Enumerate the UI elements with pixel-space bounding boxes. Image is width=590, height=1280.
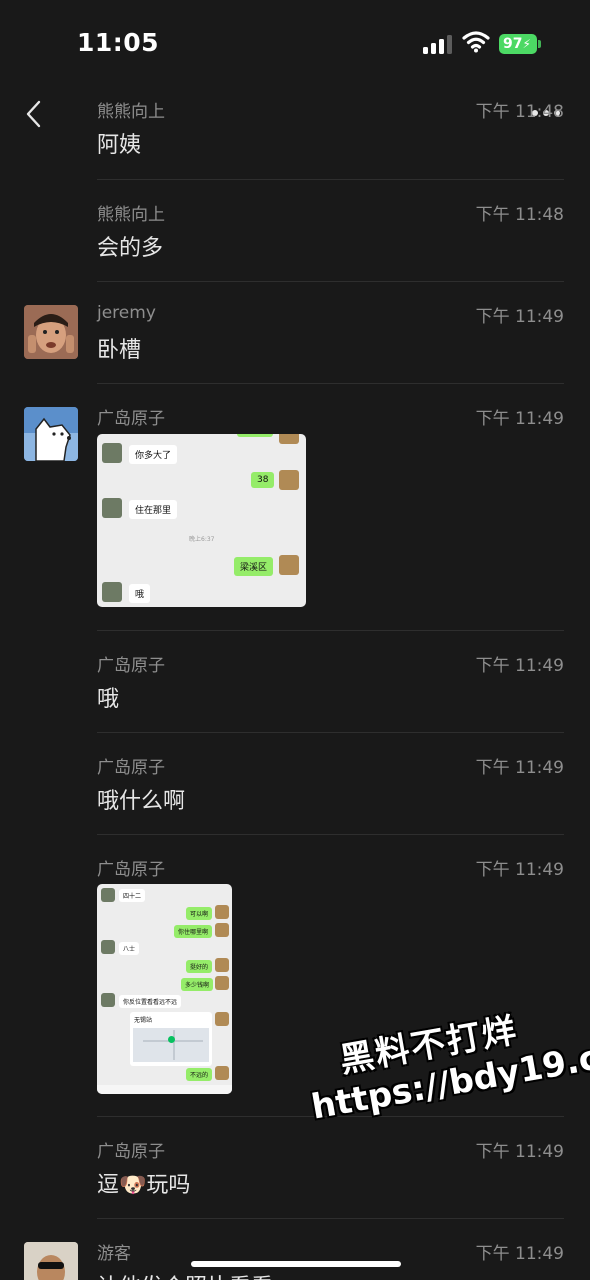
chat-bubble: 挺好的 bbox=[186, 960, 213, 973]
chat-bubble: 梁溪区 bbox=[234, 557, 274, 576]
battery-icon: 97⚡ bbox=[499, 34, 537, 54]
avatar[interactable] bbox=[24, 305, 78, 359]
chat-bubble: 你多大了 bbox=[129, 445, 178, 464]
chat-bubble: 你反位置看看远不远 bbox=[119, 995, 182, 1008]
home-indicator[interactable] bbox=[191, 1261, 401, 1267]
message-time: 下午 11:49 bbox=[475, 656, 564, 676]
divider bbox=[97, 1218, 564, 1219]
sender-name: 熊熊向上 bbox=[97, 102, 165, 122]
avatar[interactable] bbox=[24, 407, 78, 461]
status-time: 11:05 bbox=[77, 28, 160, 57]
divider bbox=[97, 281, 564, 282]
sender-name: jeremy bbox=[97, 303, 156, 323]
message-time: 下午 11:49 bbox=[475, 1142, 564, 1162]
chat-bubble: 不远的 bbox=[186, 1068, 213, 1081]
watermark-line2: https://bdy19.co bbox=[308, 1033, 590, 1128]
chat-bubble: 38 bbox=[251, 472, 275, 488]
chat-bubble: 住在那里 bbox=[129, 500, 178, 519]
sender-name: 广岛原子 bbox=[97, 1142, 165, 1162]
location-card: 无锡站 bbox=[130, 1012, 212, 1066]
sender-name: 广岛原子 bbox=[97, 758, 165, 778]
chat-bubble: 多少钱啊 bbox=[181, 978, 214, 991]
message-time: 下午 11:49 bbox=[475, 1244, 564, 1264]
divider bbox=[97, 834, 564, 835]
sender-name: 广岛原子 bbox=[97, 656, 165, 676]
chat-bubble: 八士 bbox=[119, 942, 140, 955]
signal-icon bbox=[423, 34, 453, 54]
divider bbox=[97, 630, 564, 631]
message-text[interactable]: 哦什么啊 bbox=[97, 783, 185, 815]
message-time: 下午 11:49 bbox=[475, 758, 564, 778]
chat-bubble: 可以啊 bbox=[186, 907, 213, 920]
message-text[interactable]: 哦 bbox=[97, 681, 119, 713]
message-time: 下午 11:49 bbox=[475, 860, 564, 880]
chevron-left-icon[interactable] bbox=[24, 98, 48, 130]
sender-name: 广岛原子 bbox=[97, 860, 165, 880]
chat-bubble: 哦 bbox=[129, 584, 151, 603]
image-message[interactable]: 你多大了 38 住在那里 晚上6:37 梁溪区 哦 bbox=[97, 434, 306, 607]
sender-name: 广岛原子 bbox=[97, 409, 165, 429]
battery-tip bbox=[538, 40, 541, 48]
message-time: 下午 11:48 bbox=[475, 102, 564, 122]
message-text[interactable]: 卧槽 bbox=[97, 332, 141, 364]
message-text[interactable]: 阿姨 bbox=[97, 127, 141, 159]
wifi-icon bbox=[462, 31, 490, 53]
sender-name: 游客 bbox=[97, 1244, 131, 1264]
message-time: 下午 11:49 bbox=[475, 409, 564, 429]
divider bbox=[97, 383, 564, 384]
divider bbox=[97, 732, 564, 733]
avatar[interactable] bbox=[24, 1242, 78, 1280]
chat-bubble: 你住哪里啊 bbox=[174, 925, 213, 938]
battery-level: 97 bbox=[503, 36, 523, 52]
chat-timestamp: 晚上6:37 bbox=[189, 536, 215, 543]
message-text-part: 玩吗 bbox=[146, 1173, 191, 1198]
chat-bubble: 四十二 bbox=[119, 889, 146, 902]
watermark: 黑料不打烊 https://bdy19.co bbox=[300, 985, 590, 1127]
message-text[interactable]: 逗🐶玩吗 bbox=[97, 1167, 190, 1199]
message-time: 下午 11:48 bbox=[475, 205, 564, 225]
dog-emoji-icon: 🐶 bbox=[119, 1173, 147, 1198]
message-time: 下午 11:49 bbox=[475, 307, 564, 327]
watermark-line1: 黑料不打烊 bbox=[336, 1010, 522, 1082]
divider bbox=[97, 179, 564, 180]
image-message[interactable]: 四十二 可以啊 你住哪里啊 八士 挺好的 多少钱啊 你反位置看看远不远 无锡站 … bbox=[97, 884, 232, 1094]
sender-name: 熊熊向上 bbox=[97, 205, 165, 225]
divider bbox=[97, 1116, 564, 1117]
location-title: 无锡站 bbox=[134, 1017, 153, 1024]
message-text[interactable]: 会的多 bbox=[97, 230, 163, 262]
status-bar: 11:05 97⚡ bbox=[0, 0, 590, 90]
message-text[interactable]: 让他发个照片看看 bbox=[97, 1269, 273, 1280]
message-text-part: 逗 bbox=[97, 1173, 120, 1198]
